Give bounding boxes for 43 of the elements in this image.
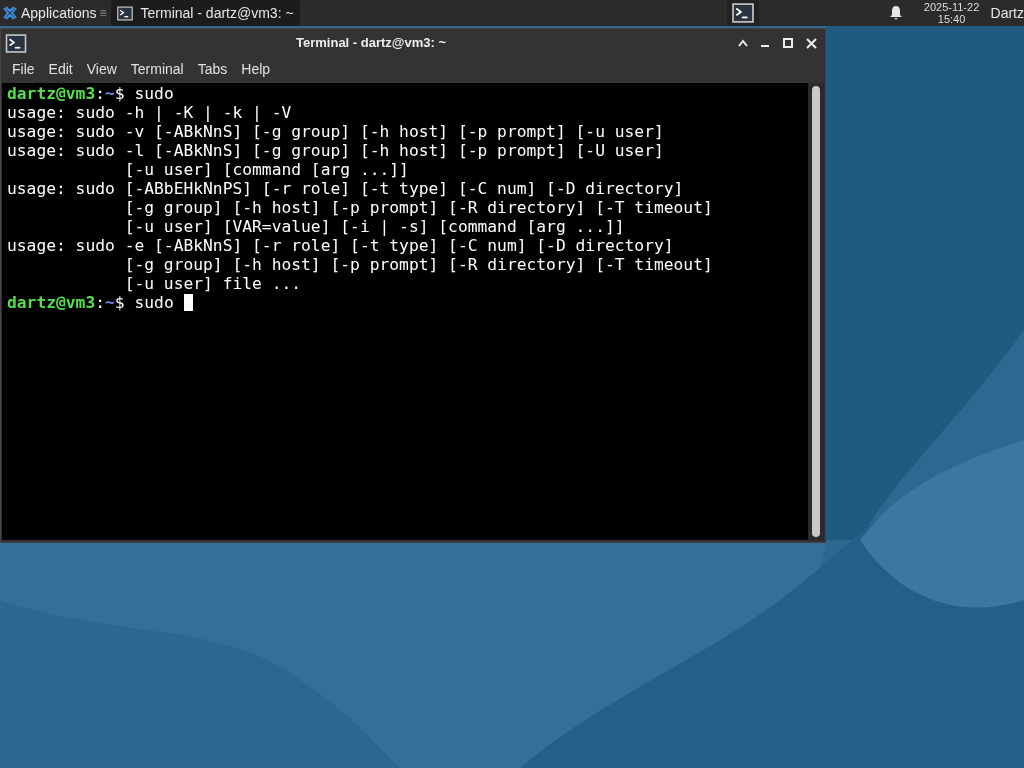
prompt-colon: : xyxy=(95,84,106,103)
shade-icon[interactable] xyxy=(737,38,749,48)
menu-item[interactable]: Edit xyxy=(41,58,80,80)
prompt-symbol: $ xyxy=(114,84,125,103)
clock[interactable]: 2025-11-22 15:40 xyxy=(916,1,987,25)
window-title: Terminal - dartz@vm3: ~ xyxy=(296,34,447,53)
user-name[interactable]: Dartz xyxy=(990,2,1024,24)
app-menu-icon xyxy=(3,6,17,20)
text-cursor xyxy=(183,294,193,311)
prompt-symbol: $ xyxy=(114,293,125,312)
menu-item[interactable]: Terminal xyxy=(123,58,191,80)
applications-menu[interactable]: Applications xyxy=(0,0,100,26)
terminal-icon xyxy=(116,5,133,21)
command-text: sudo xyxy=(134,293,175,312)
prompt-colon: : xyxy=(95,293,106,312)
prompt-path: ~ xyxy=(105,84,115,103)
terminal-icon xyxy=(5,33,27,53)
output-line: usage: sudo -h | -K | -k | -V xyxy=(7,103,292,122)
prompt-path: ~ xyxy=(105,293,115,312)
maximize-icon[interactable] xyxy=(783,38,793,48)
output-line: [-u user] [command [arg ...]] xyxy=(123,160,409,179)
output-line: [-u user] [VAR=value] [-i | -s] [command [arg ...]] xyxy=(123,217,625,236)
output-line: usage: sudo -l [-ABkNnS] [-g group] [-h host] [-p prompt] [-U user] xyxy=(7,141,664,160)
notification-bell-icon[interactable] xyxy=(888,5,903,21)
output-line: [-u user] file ... xyxy=(123,274,302,293)
output-line: [-g group] [-h host] [-p prompt] [-R directory] [-T timeout] xyxy=(123,255,713,274)
terminal-icon xyxy=(729,3,756,23)
output-line: usage: sudo -v [-ABkNnS] [-g group] [-h host] [-p prompt] [-u user] xyxy=(7,122,664,141)
taskbar-item[interactable]: Terminal - dartz@vm3: ~ xyxy=(110,0,300,26)
scrollbar-thumb[interactable] xyxy=(812,86,820,537)
panel-separator: ≡ xyxy=(99,5,107,22)
command-text: sudo xyxy=(134,84,174,103)
terminal-launcher[interactable] xyxy=(726,0,759,26)
output-line: [-g group] [-h host] [-p prompt] [-R directory] [-T timeout] xyxy=(123,198,713,217)
close-icon[interactable] xyxy=(806,37,817,49)
menu-item[interactable]: Help xyxy=(234,58,278,80)
menu-item[interactable]: Tabs xyxy=(190,58,235,80)
prompt-user-host: dartz@vm3 xyxy=(7,293,96,312)
output-line: usage: sudo -e [-ABkNnS] [-r role] [-t type] [-C num] [-D directory] xyxy=(7,236,674,255)
menu-item[interactable]: View xyxy=(79,58,124,80)
prompt-user-host: dartz@vm3 xyxy=(7,84,96,103)
output-line: usage: sudo [-ABbEHkNnPS] [-r role] [-t type] [-C num] [-D directory] xyxy=(7,179,684,198)
menu-item[interactable]: File xyxy=(5,58,42,80)
